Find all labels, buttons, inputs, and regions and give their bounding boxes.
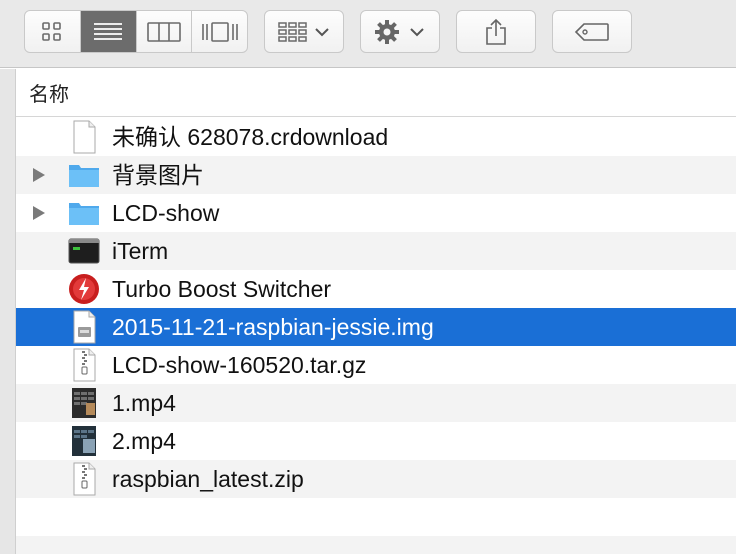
list-icon <box>94 22 123 40</box>
app-row[interactable]: iTerm <box>16 232 736 270</box>
file-row[interactable]: raspbian_latest.zip <box>16 460 736 498</box>
file-name: iTerm <box>112 238 169 264</box>
gear-icon <box>375 19 424 44</box>
file-row[interactable]: LCD-show-160520.tar.gz <box>16 346 736 384</box>
file-name: 背景图片 <box>112 162 204 188</box>
terminal-app-icon <box>68 238 100 264</box>
cover-flow-view-button[interactable] <box>192 11 247 52</box>
name-column-header-label: 名称 <box>29 84 69 106</box>
app-row[interactable]: Turbo Boost Switcher <box>16 270 736 308</box>
icon-view-button[interactable] <box>25 11 81 52</box>
tags-button[interactable] <box>552 10 632 53</box>
action-menu-button[interactable] <box>360 10 440 53</box>
empty-row <box>16 536 736 554</box>
folder-icon <box>69 165 99 187</box>
archive-icon <box>73 348 96 382</box>
folder-icon <box>69 203 99 225</box>
file-name: Turbo Boost Switcher <box>112 276 332 302</box>
view-mode-segmented-control <box>24 10 248 53</box>
disk-image-icon <box>73 310 96 344</box>
columns-icon <box>147 21 181 42</box>
sidebar-edge <box>0 69 16 554</box>
folder-row[interactable]: 背景图片 <box>16 156 736 194</box>
grid-icon <box>42 21 62 41</box>
file-name: 1.mp4 <box>112 390 176 416</box>
turbo-boost-app-icon <box>69 274 99 304</box>
disclosure-triangle-icon[interactable] <box>33 168 45 182</box>
file-name: raspbian_latest.zip <box>112 466 304 492</box>
archive-icon <box>73 462 96 496</box>
group-by-dropdown-button[interactable] <box>264 10 344 53</box>
list-view-button[interactable] <box>80 11 137 52</box>
file-row[interactable]: 未确认 628078.crdownload <box>16 118 736 156</box>
file-name: LCD-show-160520.tar.gz <box>112 352 367 378</box>
video-thumbnail-icon <box>72 426 96 456</box>
folder-row[interactable]: LCD-show <box>16 194 736 232</box>
share-button[interactable] <box>456 10 536 53</box>
file-list: 未确认 628078.crdownload 背景图片 LCD-show iTer… <box>16 118 736 554</box>
video-thumbnail-icon <box>72 388 96 418</box>
file-name: LCD-show <box>112 200 220 226</box>
file-row[interactable]: 2.mp4 <box>16 422 736 460</box>
file-name: 未确认 628078.crdownload <box>112 124 389 150</box>
tag-icon <box>574 22 609 41</box>
finder-toolbar <box>0 0 736 68</box>
disclosure-triangle-icon[interactable] <box>33 206 45 220</box>
cover-flow-icon <box>201 21 238 42</box>
group-by-icon <box>278 21 329 42</box>
share-icon <box>486 18 506 45</box>
file-row-selected[interactable]: 2015-11-21-raspbian-jessie.img <box>16 308 736 346</box>
name-column-header[interactable]: 名称 <box>16 69 736 117</box>
column-view-button[interactable] <box>137 11 193 52</box>
empty-row <box>16 498 736 536</box>
file-name: 2.mp4 <box>112 428 176 454</box>
file-name: 2015-11-21-raspbian-jessie.img <box>112 314 434 340</box>
document-icon <box>73 120 96 154</box>
file-row[interactable]: 1.mp4 <box>16 384 736 422</box>
